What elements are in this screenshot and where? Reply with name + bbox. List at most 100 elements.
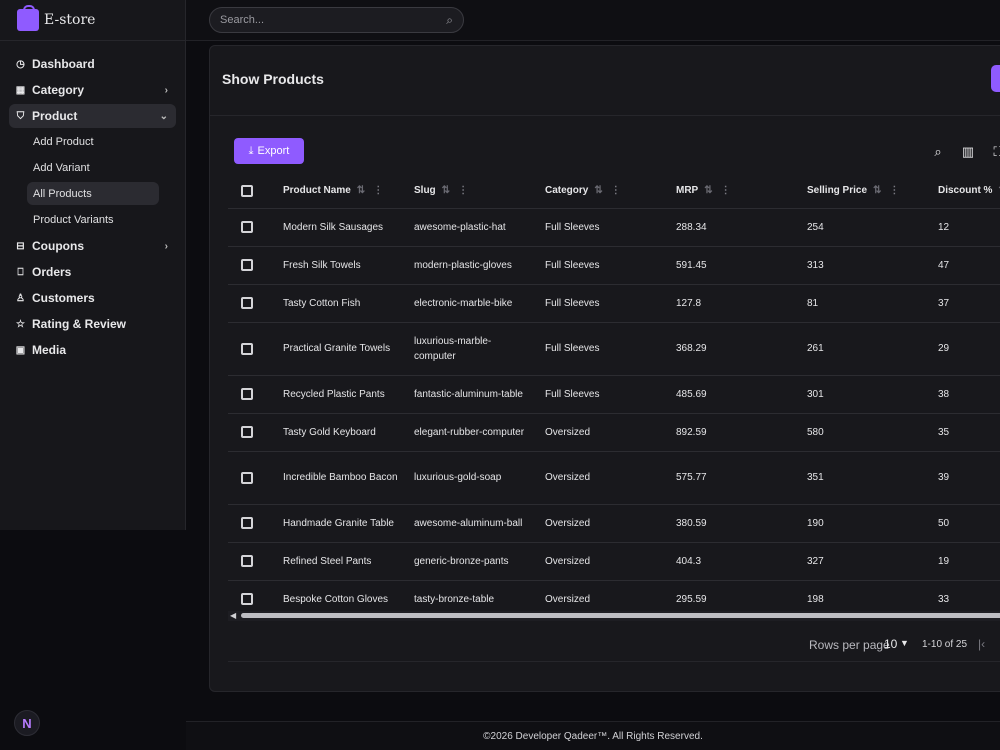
pagination-range: 1-10 of 25 xyxy=(922,639,968,650)
cell-category: Oversized xyxy=(545,580,676,609)
table-row[interactable]: Fresh Silk Towels modern-plastic-gloves … xyxy=(228,246,1000,285)
table-row[interactable]: Recycled Plastic Pants fantastic-aluminu… xyxy=(228,375,1000,414)
cell-category: Full Sleeves xyxy=(545,322,676,376)
column-header-mrp[interactable]: MRP ⇅ ⋮ xyxy=(676,174,807,209)
scroll-left-icon[interactable]: ◀ xyxy=(230,611,236,620)
cell-mrp: 404.3 xyxy=(676,542,807,581)
select-all-checkbox[interactable] xyxy=(241,184,253,197)
cell-selling-price: 198 xyxy=(807,580,938,609)
sidebar-subitem-add-product[interactable]: Add Product xyxy=(27,130,159,153)
sort-icon[interactable]: ⇅ xyxy=(357,185,365,196)
more-vertical-icon[interactable]: ⋮ xyxy=(373,185,383,196)
table-row[interactable]: Tasty Cotton Fish electronic-marble-bike… xyxy=(228,284,1000,323)
sort-icon[interactable]: ⇅ xyxy=(442,185,450,196)
search-input[interactable] xyxy=(220,14,430,26)
more-vertical-icon[interactable]: ⋮ xyxy=(458,185,468,196)
sidebar-item-customers[interactable]: ♙ Customers xyxy=(9,286,176,310)
search-icon[interactable]: ⌕ xyxy=(446,13,453,28)
cell-mrp: 575.77 xyxy=(676,451,807,505)
table-toolbar: ⌕ ▥ ⛶ xyxy=(930,144,1000,160)
table-row[interactable]: Modern Silk Sausages awesome-plastic-hat… xyxy=(228,208,1000,247)
table-row[interactable]: Refined Steel Pants generic-bronze-pants… xyxy=(228,542,1000,581)
rows-per-page-select[interactable]: 10 xyxy=(884,637,897,651)
sidebar-item-category[interactable]: ▦ Category › xyxy=(9,78,176,102)
sidebar-subitem-product-variants[interactable]: Product Variants xyxy=(27,208,159,231)
cell-discount: 50 xyxy=(938,504,1000,543)
cell-slug: luxurious-gold-soap xyxy=(414,451,545,505)
chevron-right-icon: › xyxy=(164,84,168,96)
cell-mrp: 485.69 xyxy=(676,375,807,414)
cell-product-name: Fresh Silk Towels xyxy=(283,246,414,285)
sidebar-item-label: Orders xyxy=(32,265,72,279)
table-row[interactable]: Tasty Gold Keyboard elegant-rubber-compu… xyxy=(228,413,1000,452)
sidebar-item-media[interactable]: ▣ Media xyxy=(9,338,176,362)
sort-icon[interactable]: ⇅ xyxy=(704,185,712,196)
caret-down-icon[interactable]: ▼ xyxy=(900,638,909,648)
first-page-icon[interactable]: |‹ xyxy=(978,637,985,651)
sidebar-nav: ◷ Dashboard ▦ Category › ⛉ Product ⌄ Add… xyxy=(0,41,185,362)
search-icon[interactable]: ⌕ xyxy=(930,144,946,160)
cell-mrp: 591.45 xyxy=(676,246,807,285)
sidebar-item-coupons[interactable]: ⊟ Coupons › xyxy=(9,234,176,258)
sidebar-item-label: Category xyxy=(32,83,85,97)
row-checkbox[interactable] xyxy=(241,297,253,309)
sidebar-item-orders[interactable]: ⎕ Orders xyxy=(9,260,176,284)
row-checkbox[interactable] xyxy=(241,555,253,567)
more-vertical-icon[interactable]: ⋮ xyxy=(611,185,621,196)
sidebar-item-rating-review[interactable]: ☆ Rating & Review xyxy=(9,312,176,336)
cell-slug: tasty-bronze-table xyxy=(414,580,545,609)
table-row[interactable]: Bespoke Cotton Gloves tasty-bronze-table… xyxy=(228,580,1000,609)
cell-selling-price: 301 xyxy=(807,375,938,414)
sidebar-subitem-add-variant[interactable]: Add Variant xyxy=(27,156,159,179)
footer-text: ©2026 Developer Qadeer™. All Rights Rese… xyxy=(483,731,703,742)
row-checkbox[interactable] xyxy=(241,517,253,529)
cell-selling-price: 81 xyxy=(807,284,938,323)
cell-slug: luxurious-marble-computer xyxy=(414,322,545,376)
table-row[interactable]: Incredible Bamboo Bacon luxurious-gold-s… xyxy=(228,451,1000,505)
column-header-slug[interactable]: Slug ⇅ ⋮ xyxy=(414,174,545,209)
cell-slug: electronic-marble-bike xyxy=(414,284,545,323)
more-vertical-icon[interactable]: ⋮ xyxy=(889,185,899,196)
star-icon: ☆ xyxy=(16,318,25,330)
table-row[interactable]: Practical Granite Towels luxurious-marbl… xyxy=(228,322,1000,376)
fullscreen-icon[interactable]: ⛶ xyxy=(990,144,1000,160)
shirt-icon: ⛉ xyxy=(16,110,25,122)
cell-discount: 37 xyxy=(938,284,1000,323)
cell-selling-price: 580 xyxy=(807,413,938,452)
scrollbar-thumb[interactable] xyxy=(241,613,1000,618)
column-header-category[interactable]: Category ⇅ ⋮ xyxy=(545,174,676,209)
columns-icon[interactable]: ▥ xyxy=(960,144,976,160)
row-checkbox[interactable] xyxy=(241,471,253,484)
brand-name: E-store xyxy=(44,12,96,28)
cell-product-name: Recycled Plastic Pants xyxy=(283,375,414,414)
sidebar-item-dashboard[interactable]: ◷ Dashboard xyxy=(9,52,176,76)
cell-category: Full Sleeves xyxy=(545,284,676,323)
row-checkbox[interactable] xyxy=(241,593,253,605)
horizontal-scrollbar[interactable]: ◀ xyxy=(228,611,1000,621)
row-checkbox[interactable] xyxy=(241,221,253,233)
column-header-product-name[interactable]: Product Name ⇅ ⋮ xyxy=(283,174,414,209)
export-button[interactable]: ⤓ Export xyxy=(234,138,304,164)
sidebar-item-label: Rating & Review xyxy=(32,317,127,331)
row-checkbox[interactable] xyxy=(241,259,253,271)
dev-tools-avatar[interactable]: N xyxy=(14,710,40,736)
sidebar-item-product[interactable]: ⛉ Product ⌄ xyxy=(9,104,176,128)
row-checkbox[interactable] xyxy=(241,388,253,400)
more-vertical-icon[interactable]: ⋮ xyxy=(721,185,731,196)
row-checkbox[interactable] xyxy=(241,426,253,438)
table-row[interactable]: Handmade Granite Table awesome-aluminum-… xyxy=(228,504,1000,543)
row-checkbox[interactable] xyxy=(241,342,253,355)
add-product-button[interactable] xyxy=(991,65,1000,92)
cell-product-name: Handmade Granite Table xyxy=(283,504,414,543)
column-header-discount[interactable]: Discount %⇅ xyxy=(938,174,1000,209)
sort-icon[interactable]: ⇅ xyxy=(873,185,881,196)
sort-icon[interactable]: ⇅ xyxy=(594,185,602,196)
cell-product-name: Incredible Bamboo Bacon xyxy=(283,451,414,505)
chevron-down-icon: ⌄ xyxy=(159,110,168,122)
shopping-bag-logo-icon xyxy=(17,5,39,31)
user-icon: ♙ xyxy=(16,292,25,304)
column-header-selling-price[interactable]: Selling Price ⇅ ⋮ xyxy=(807,174,938,209)
brand[interactable]: E-store xyxy=(0,0,185,41)
sidebar-subitem-all-products[interactable]: All Products xyxy=(27,182,159,205)
cell-slug: modern-plastic-gloves xyxy=(414,246,545,285)
